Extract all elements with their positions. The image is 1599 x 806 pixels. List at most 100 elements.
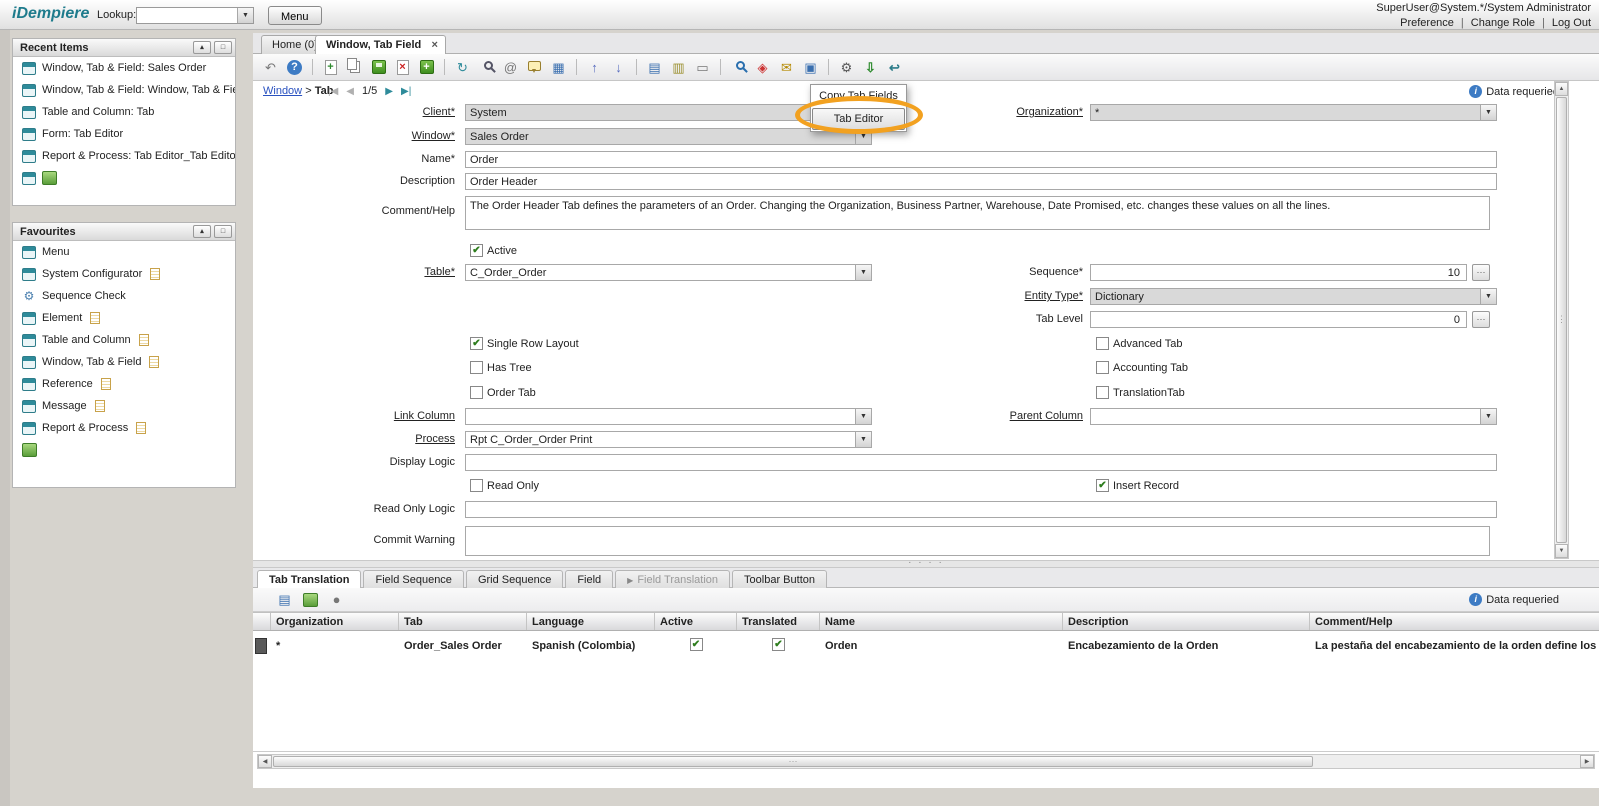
- help-icon[interactable]: ?: [285, 58, 304, 77]
- window-icon[interactable]: [22, 172, 36, 185]
- previous-record-nav-icon[interactable]: ◀: [346, 86, 354, 97]
- favourite-item-sequence-check[interactable]: ⚙ Sequence Check: [13, 285, 235, 307]
- close-icon[interactable]: ×: [428, 39, 441, 52]
- previous-record-icon[interactable]: ↑: [585, 58, 604, 77]
- scrollbar-thumb[interactable]: ···: [273, 756, 1313, 767]
- process-gear-icon[interactable]: ⚙: [837, 58, 856, 77]
- grid-header-comment-help[interactable]: Comment/Help: [1310, 613, 1599, 630]
- chevron-down-icon[interactable]: ▼: [855, 265, 871, 280]
- scroll-up-icon[interactable]: ▲: [1555, 82, 1568, 96]
- calculator-button[interactable]: ···: [1472, 311, 1490, 328]
- toggle-grid-icon[interactable]: ▦: [549, 58, 568, 77]
- active-checkbox[interactable]: ✔: [690, 638, 703, 651]
- table-row[interactable]: * Order_Sales Order Spanish (Colombia) ✔…: [253, 637, 1599, 656]
- first-record-icon[interactable]: |◀: [328, 86, 338, 97]
- grid-header-tab[interactable]: Tab: [399, 613, 527, 630]
- order-tab-checkbox[interactable]: [470, 386, 483, 399]
- attachment-icon[interactable]: @: [501, 58, 520, 77]
- advanced-tab-checkbox[interactable]: [1096, 337, 1109, 350]
- requery-icon[interactable]: ↻: [453, 58, 472, 77]
- detail-horizontal-scrollbar[interactable]: ◀ ··· ▶: [257, 754, 1595, 769]
- has-tree-checkbox[interactable]: [470, 361, 483, 374]
- archive-icon[interactable]: [42, 171, 57, 185]
- print-icon[interactable]: ▭: [693, 58, 712, 77]
- recent-item[interactable]: Form: Tab Editor: [13, 123, 235, 145]
- single-row-layout-checkbox[interactable]: ✔: [470, 337, 483, 350]
- sequence-field[interactable]: 10: [1090, 264, 1467, 281]
- table-combobox[interactable]: C_Order_Order ▼: [465, 264, 872, 281]
- commit-warning-textarea[interactable]: [465, 526, 1490, 556]
- grid-header-name[interactable]: Name: [820, 613, 1063, 630]
- display-logic-field[interactable]: [465, 454, 1497, 471]
- favourite-item-reference[interactable]: Reference: [13, 373, 235, 395]
- translation-tab-checkbox[interactable]: [1096, 386, 1109, 399]
- form-vertical-scrollbar[interactable]: ▲ ⋮ ▼: [1554, 81, 1569, 559]
- last-record-icon[interactable]: ▶|: [401, 86, 411, 97]
- grid-header-organization[interactable]: Organization: [271, 613, 399, 630]
- zoom-across-icon[interactable]: [729, 58, 748, 77]
- row-selection-marker[interactable]: [255, 638, 267, 654]
- scroll-down-icon[interactable]: ▼: [1555, 544, 1568, 558]
- favourite-item-table-and-column[interactable]: Table and Column: [13, 329, 235, 351]
- favourite-item-report-process[interactable]: Report & Process: [13, 417, 235, 439]
- new-record-icon[interactable]: +: [321, 58, 340, 77]
- scroll-right-icon[interactable]: ▶: [1580, 755, 1594, 768]
- tab-grid-sequence[interactable]: Grid Sequence: [466, 570, 563, 588]
- archive-icon[interactable]: [301, 590, 320, 609]
- translated-checkbox[interactable]: ✔: [772, 638, 785, 651]
- favourite-item-window-tab-field[interactable]: Window, Tab & Field: [13, 351, 235, 373]
- description-field[interactable]: Order Header: [465, 173, 1497, 190]
- link-column-combobox[interactable]: ▼: [465, 408, 872, 425]
- tab-field-translation[interactable]: ▶Field Translation: [615, 570, 730, 588]
- check-requests-icon[interactable]: ✉: [777, 58, 796, 77]
- comment-help-textarea[interactable]: The Order Header Tab defines the paramet…: [465, 196, 1490, 230]
- menu-button[interactable]: Menu: [268, 6, 322, 25]
- grid-header-translated[interactable]: Translated: [737, 613, 820, 630]
- save-and-create-icon[interactable]: +: [417, 58, 436, 77]
- chevron-down-icon[interactable]: ▼: [1480, 105, 1496, 120]
- archive-icon[interactable]: [22, 443, 37, 457]
- tab-field-sequence[interactable]: Field Sequence: [363, 570, 463, 588]
- tab-level-field[interactable]: 0: [1090, 311, 1467, 328]
- report-icon[interactable]: ▤: [645, 58, 664, 77]
- scroll-left-icon[interactable]: ◀: [258, 755, 272, 768]
- copy-record-icon[interactable]: [345, 58, 364, 77]
- calculator-button[interactable]: ···: [1472, 264, 1490, 281]
- find-icon[interactable]: [477, 58, 496, 77]
- favourite-item-element[interactable]: Element: [13, 307, 235, 329]
- process-combobox[interactable]: Rpt C_Order_Order Print ▼: [465, 431, 872, 448]
- chat-icon[interactable]: [525, 58, 544, 77]
- tab-tab-translation[interactable]: Tab Translation: [257, 570, 361, 588]
- recent-item[interactable]: Window, Tab & Field: Window, Tab & Field: [13, 79, 235, 101]
- breadcrumb-window-link[interactable]: Window: [263, 85, 302, 97]
- archive-icon[interactable]: ▥: [669, 58, 688, 77]
- recent-item[interactable]: Report & Process: Tab Editor_Tab Editor: [13, 145, 235, 167]
- active-workflows-icon[interactable]: ◈: [753, 58, 772, 77]
- read-only-logic-field[interactable]: [465, 501, 1497, 518]
- form-detail-splitter[interactable]: · · · ·: [253, 560, 1599, 568]
- favourite-item-menu[interactable]: Menu: [13, 241, 235, 263]
- chevron-down-icon[interactable]: ▼: [237, 8, 253, 23]
- tab-window-tab-field[interactable]: Window, Tab Field ×: [315, 35, 446, 54]
- tab-toolbar-button[interactable]: Toolbar Button: [732, 570, 827, 588]
- save-icon[interactable]: [369, 58, 388, 77]
- menu-item-copy-tab-fields[interactable]: Copy Tab Fields: [811, 85, 906, 107]
- chevron-down-icon[interactable]: ▼: [855, 432, 871, 447]
- grid-header-active[interactable]: Active: [655, 613, 737, 630]
- accounting-tab-checkbox[interactable]: [1096, 361, 1109, 374]
- ignore-changes-icon[interactable]: ↶: [261, 58, 280, 77]
- preference-link[interactable]: Preference: [1400, 17, 1454, 29]
- menu-item-tab-editor[interactable]: Tab Editor: [812, 108, 905, 130]
- collapse-panel-button[interactable]: ▴: [193, 41, 211, 54]
- next-record-nav-icon[interactable]: ▶: [385, 86, 393, 97]
- import-file-icon[interactable]: ↩: [885, 58, 904, 77]
- grid-header-description[interactable]: Description: [1063, 613, 1310, 630]
- process-icon[interactable]: ●: [327, 590, 346, 609]
- name-field[interactable]: Order: [465, 151, 1497, 168]
- chevron-down-icon[interactable]: ▼: [1480, 289, 1496, 304]
- scrollbar-thumb[interactable]: ⋮: [1556, 97, 1567, 543]
- organization-combobox[interactable]: * ▼: [1090, 104, 1497, 121]
- collapse-panel-button[interactable]: ▴: [193, 225, 211, 238]
- parent-column-combobox[interactable]: ▼: [1090, 408, 1497, 425]
- lookup-combobox[interactable]: ▼: [136, 7, 254, 24]
